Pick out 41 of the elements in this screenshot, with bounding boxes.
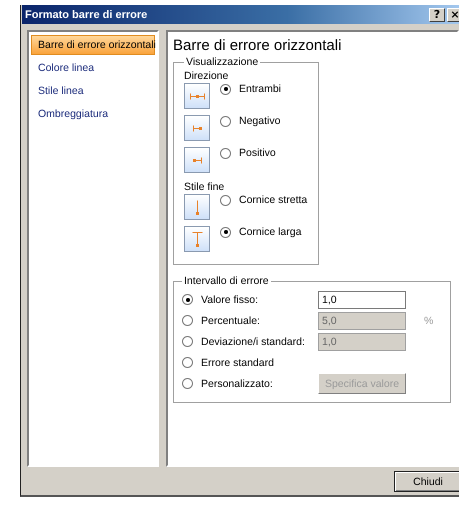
no-cap-bar-icon — [196, 200, 198, 214]
radio-button[interactable] — [220, 84, 231, 94]
help-button[interactable]: ? — [429, 8, 445, 22]
radio-label: Percentuale: — [201, 314, 260, 326]
radio-label: Positivo — [239, 147, 276, 159]
radio-button[interactable] — [220, 226, 231, 238]
sidebar-item[interactable]: Stile linea — [31, 81, 155, 101]
radio-button[interactable] — [182, 294, 193, 305]
cap-bar-icon — [192, 232, 202, 246]
panel-title: Barre di errore orizzontali — [173, 37, 342, 54]
window-title: Formato barre di errore — [25, 8, 148, 20]
value-field[interactable]: 1,0 — [318, 290, 406, 308]
unit-label: % — [424, 314, 434, 326]
error-bar-style-button[interactable] — [184, 83, 210, 109]
sidebar-item[interactable]: Ombreggiatura — [31, 104, 155, 124]
minus-error-bar-icon — [192, 124, 202, 132]
radio-label: Cornice larga — [239, 226, 302, 238]
radio-label: Valore fisso: — [201, 294, 258, 306]
section-label: Stile fine — [184, 181, 226, 193]
radio-label: Deviazione/i standard: — [201, 336, 305, 348]
close-button[interactable]: × — [447, 8, 459, 22]
radio-label: Entrambi — [239, 83, 282, 95]
radio-label: Cornice stretta — [239, 194, 308, 206]
sidebar-item[interactable]: Colore linea — [31, 58, 155, 78]
error-bar-style-button[interactable] — [184, 226, 210, 252]
close-dialog-button[interactable]: Chiudi — [394, 471, 459, 492]
error-bar-style-button[interactable] — [184, 115, 210, 141]
group-legend: Intervallo di errore — [182, 275, 271, 287]
radio-button[interactable] — [220, 194, 231, 206]
radio-label: Personalizzato: — [201, 378, 273, 390]
error-bar-style-button[interactable] — [184, 194, 210, 220]
both-error-bar-icon — [190, 92, 204, 100]
radio-button[interactable] — [182, 357, 193, 368]
group-legend: Visualizzazione — [184, 56, 260, 68]
radio-label: Negativo — [239, 115, 280, 127]
radio-button[interactable] — [220, 116, 231, 126]
radio-button[interactable] — [220, 148, 231, 158]
radio-label: Errore standard — [201, 356, 274, 368]
error-bar-style-button[interactable] — [184, 147, 210, 173]
section-label: Direzione — [184, 70, 230, 82]
plus-error-bar-icon — [192, 156, 202, 164]
